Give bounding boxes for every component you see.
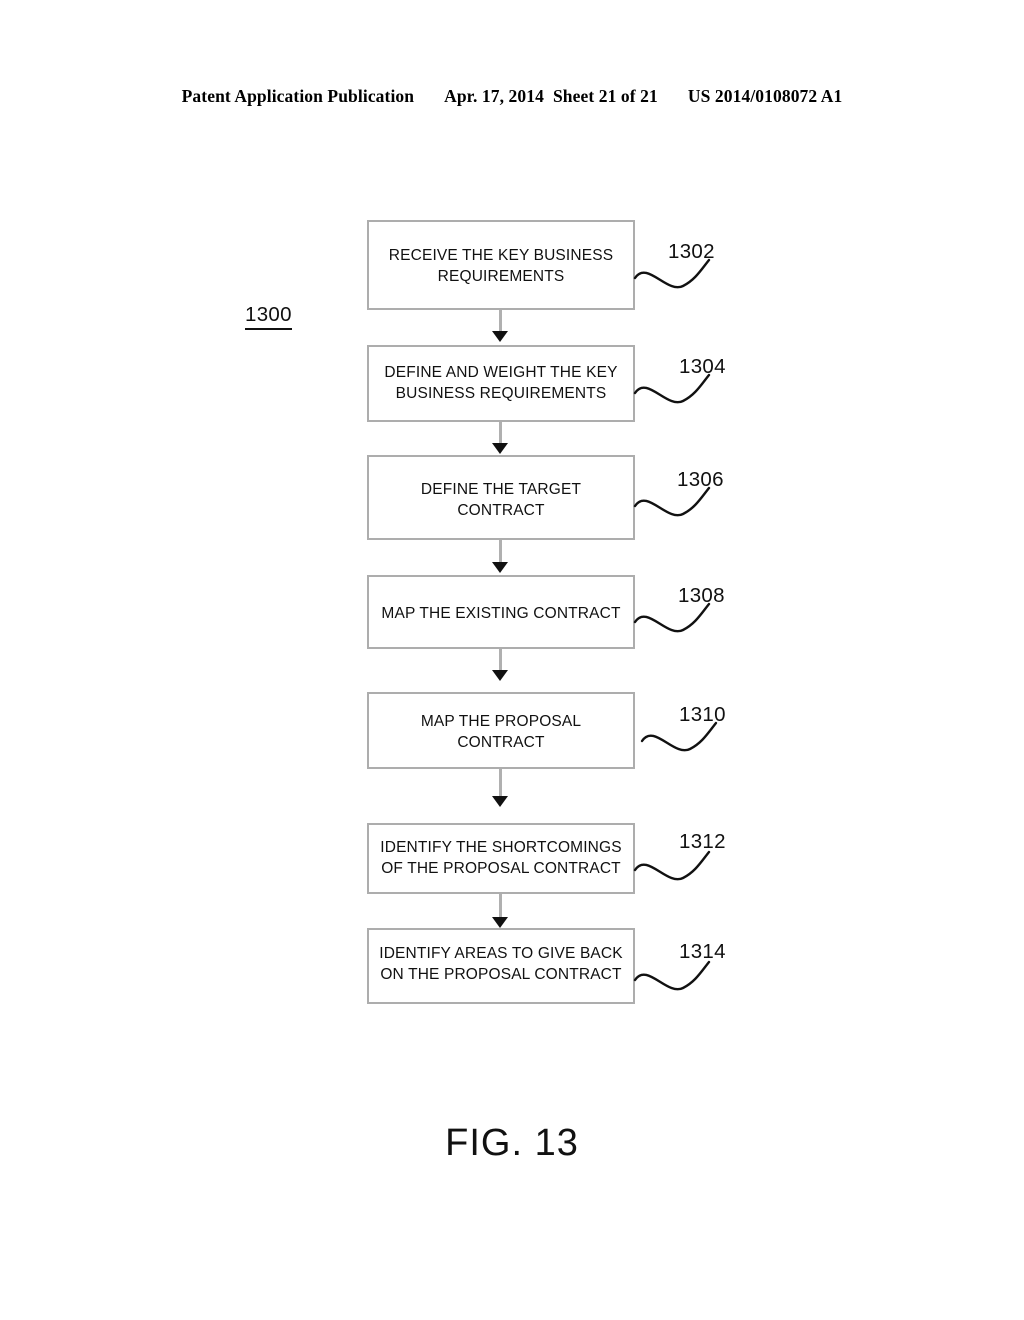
- arrowhead-1312-1314: [492, 917, 508, 928]
- flow-box-1306-line2: CONTRACT: [457, 502, 545, 519]
- reference-number-1312: 1312: [679, 830, 726, 853]
- flow-box-1306-line1: DEFINE THE TARGET: [420, 481, 582, 498]
- diagram-id-1300: 1300: [245, 303, 292, 330]
- figure-caption: FIG. 13: [445, 1122, 579, 1164]
- patent-drawing-page: Patent Application Publication Apr. 17, 2…: [0, 0, 1024, 1320]
- flow-box-1304-line1: DEFINE AND WEIGHT THE KEY: [384, 364, 618, 381]
- flow-box-1314-line1: IDENTIFY AREAS TO GIVE BACK: [379, 945, 623, 962]
- arrowhead-1304-1306: [492, 443, 508, 454]
- reference-number-1304: 1304: [679, 355, 726, 378]
- flow-box-1312-line1: IDENTIFY THE SHORTCOMINGS: [380, 839, 622, 856]
- flow-box-1312-line2: OF THE PROPOSAL CONTRACT: [381, 860, 621, 877]
- reference-number-1310: 1310: [679, 703, 726, 726]
- flow-box-1310-line2: CONTRACT: [457, 734, 545, 751]
- flow-box-1312-text: IDENTIFY THE SHORTCOMINGS OF THE PROPOSA…: [369, 837, 633, 879]
- flow-box-1308-text: MAP THE EXISTING CONTRACT: [369, 603, 633, 624]
- flow-box-1308-line1: MAP THE EXISTING CONTRACT: [381, 605, 621, 622]
- reference-number-1308: 1308: [678, 584, 725, 607]
- flow-box-1302-text: RECEIVE THE KEY BUSINESS REQUIREMENTS: [369, 245, 633, 287]
- flow-box-1304-line2: BUSINESS REQUIREMENTS: [395, 385, 607, 402]
- flow-box-1310-text: MAP THE PROPOSAL CONTRACT: [369, 711, 633, 753]
- flow-box-1306: DEFINE THE TARGET CONTRACT: [367, 455, 635, 540]
- arrowhead-1302-1304: [492, 331, 508, 342]
- flow-box-1304: DEFINE AND WEIGHT THE KEY BUSINESS REQUI…: [367, 345, 635, 422]
- reference-number-1306: 1306: [677, 468, 724, 491]
- flow-box-1314-line2: ON THE PROPOSAL CONTRACT: [380, 966, 622, 983]
- flow-box-1310-line1: MAP THE PROPOSAL: [420, 713, 582, 730]
- arrowhead-1306-1308: [492, 562, 508, 573]
- reference-number-1314: 1314: [679, 940, 726, 963]
- arrowhead-1308-1310: [492, 670, 508, 681]
- flow-box-1306-text: DEFINE THE TARGET CONTRACT: [369, 479, 633, 521]
- arrowhead-1310-1312: [492, 796, 508, 807]
- flow-box-1310: MAP THE PROPOSAL CONTRACT: [367, 692, 635, 769]
- flow-box-1302-line2: REQUIREMENTS: [437, 268, 565, 285]
- flow-box-1314-text: IDENTIFY AREAS TO GIVE BACK ON THE PROPO…: [369, 943, 633, 985]
- flow-box-1314: IDENTIFY AREAS TO GIVE BACK ON THE PROPO…: [367, 928, 635, 1004]
- flow-box-1308: MAP THE EXISTING CONTRACT: [367, 575, 635, 649]
- flow-box-1304-text: DEFINE AND WEIGHT THE KEY BUSINESS REQUI…: [369, 362, 633, 404]
- reference-number-1302: 1302: [668, 240, 715, 263]
- flow-box-1302-line1: RECEIVE THE KEY BUSINESS: [388, 247, 614, 264]
- flow-box-1302: RECEIVE THE KEY BUSINESS REQUIREMENTS: [367, 220, 635, 310]
- flow-box-1312: IDENTIFY THE SHORTCOMINGS OF THE PROPOSA…: [367, 823, 635, 894]
